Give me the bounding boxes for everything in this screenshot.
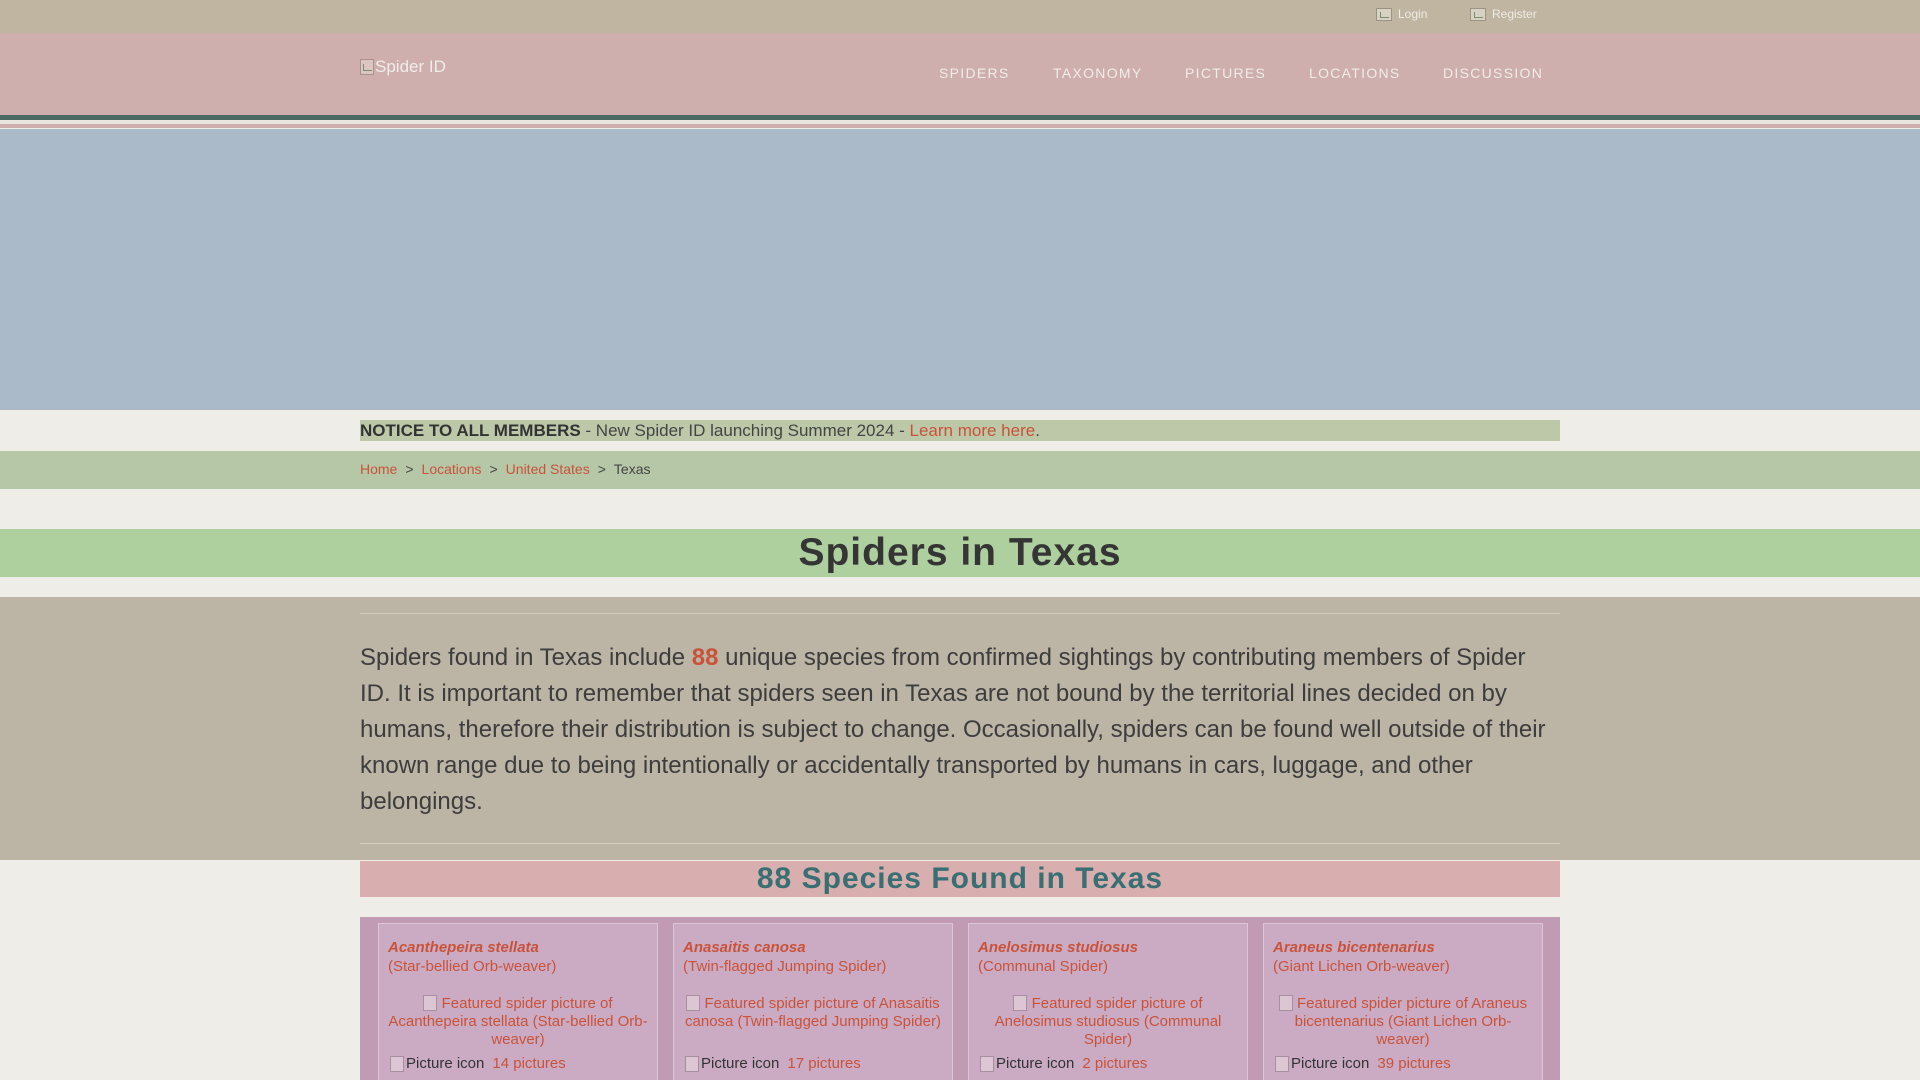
species-picture-count: Picture icon 2 pictures [980,1055,1147,1072]
broken-image-icon [980,1055,994,1072]
breadcrumb: Home > Locations > United States > Texas [360,461,651,477]
species-heading: 88 Species Found in Texas [360,861,1560,897]
species-common-name[interactable]: (Twin-flagged Jumping Spider) [683,958,886,975]
species-picture-count: Picture icon 39 pictures [1275,1055,1451,1072]
breadcrumb-locations[interactable]: Locations [422,461,482,477]
nav-divider-pink [0,124,1920,128]
species-picture-count: Picture icon 14 pictures [390,1055,566,1072]
breadcrumb-separator: > [597,461,606,477]
breadcrumb-current: Texas [613,461,651,477]
species-scientific-name[interactable]: Acanthepeira stellata [388,939,539,956]
species-common-name[interactable]: (Giant Lichen Orb-weaver) [1273,958,1450,975]
top-bar: Login Register [0,0,1920,33]
breadcrumb-bar: Home > Locations > United States > Texas [0,451,1920,489]
title-bar: Spiders in Texas [0,529,1920,577]
intro-divider-bottom [360,843,1560,844]
picture-icon: Picture icon [685,1055,779,1072]
species-common-name[interactable]: (Star-bellied Orb-weaver) [388,958,556,975]
species-featured-image[interactable]: Featured spider picture of Anasaitis can… [683,995,943,1031]
notice-learn-more-link[interactable]: Learn more here [910,421,1036,440]
nav-spiders[interactable]: SPIDERS [939,65,1010,81]
species-common-name[interactable]: (Communal Spider) [978,958,1108,975]
intro-section: Spiders found in Texas include 88 unique… [0,597,1920,860]
broken-image-icon [390,1055,404,1072]
breadcrumb-united-states[interactable]: United States [506,461,590,477]
picture-icon-alt: Picture icon [1291,1055,1370,1072]
picture-icon-alt: Picture icon [701,1055,780,1072]
broken-image-icon [686,995,701,1011]
breadcrumb-home[interactable]: Home [360,461,397,477]
broken-image-icon [1278,995,1293,1011]
broken-image-icon [423,995,438,1011]
picture-icon-alt: Picture icon [406,1055,485,1072]
broken-image-icon [685,1055,699,1072]
species-grid: Acanthepeira stellata (Star-bellied Orb-… [360,917,1560,1080]
species-featured-image[interactable]: Featured spider picture of Anelosimus st… [978,995,1238,1049]
species-count: 88 [691,644,719,671]
login-icon [1376,7,1392,21]
notice-end: . [1035,421,1040,440]
species-pictures-link[interactable]: 17 pictures [787,1055,860,1072]
broken-image-icon [1275,1055,1289,1072]
breadcrumb-separator: > [489,461,498,477]
broken-image-icon [1013,995,1028,1011]
species-image-alt: Featured spider picture of Araneus bicen… [1294,995,1528,1048]
register-label: Register [1492,7,1537,21]
picture-icon: Picture icon [980,1055,1074,1072]
register-icon [1470,7,1486,21]
nav-locations[interactable]: LOCATIONS [1309,65,1401,81]
species-featured-image[interactable]: Featured spider picture of Acanthepeira … [388,995,648,1049]
species-scientific-name[interactable]: Anelosimus studiosus [978,939,1138,956]
main-nav: Spider ID SPIDERS TAXONOMY PICTURES LOCA… [0,33,1920,115]
login-link[interactable]: Login [1376,7,1427,21]
logo-alt-text: Spider ID [375,57,446,76]
species-pictures-link[interactable]: 39 pictures [1377,1055,1450,1072]
species-scientific-name[interactable]: Anasaitis canosa [683,939,806,956]
picture-icon: Picture icon [390,1055,484,1072]
member-notice: NOTICE TO ALL MEMBERS - New Spider ID la… [360,420,1560,441]
logo-image-icon [360,59,374,75]
species-card[interactable]: Anelosimus studiosus (Communal Spider) F… [968,923,1248,1080]
picture-icon-alt: Picture icon [996,1055,1075,1072]
intro-divider-top [360,613,1560,614]
register-link[interactable]: Register [1470,7,1537,21]
species-card[interactable]: Acanthepeira stellata (Star-bellied Orb-… [378,923,658,1080]
notice-text: - New Spider ID launching Summer 2024 - [580,421,910,440]
species-scientific-name[interactable]: Araneus bicentenarius [1273,939,1435,956]
picture-icon: Picture icon [1275,1055,1369,1072]
species-image-alt: Featured spider picture of Anelosimus st… [994,995,1222,1048]
species-picture-count: Picture icon 17 pictures [685,1055,861,1072]
intro-paragraph: Spiders found in Texas include 88 unique… [360,640,1560,820]
species-card[interactable]: Anasaitis canosa (Twin-flagged Jumping S… [673,923,953,1080]
site-logo[interactable]: Spider ID [360,57,446,77]
species-card[interactable]: Araneus bicentenarius (Giant Lichen Orb-… [1263,923,1543,1080]
nav-pictures[interactable]: PICTURES [1185,65,1266,81]
page-title: Spiders in Texas [798,531,1122,574]
species-pictures-link[interactable]: 14 pictures [492,1055,565,1072]
login-label: Login [1398,7,1428,21]
species-pictures-link[interactable]: 2 pictures [1082,1055,1147,1072]
intro-text-start: Spiders found in Texas include [360,644,692,671]
hero-banner [0,129,1920,410]
notice-title: NOTICE TO ALL MEMBERS [360,421,581,440]
breadcrumb-separator: > [405,461,414,477]
species-featured-image[interactable]: Featured spider picture of Araneus bicen… [1273,995,1533,1049]
nav-discussion[interactable]: DISCUSSION [1443,65,1543,81]
species-image-alt: Featured spider picture of Anasaitis can… [685,995,941,1030]
nav-taxonomy[interactable]: TAXONOMY [1053,65,1142,81]
